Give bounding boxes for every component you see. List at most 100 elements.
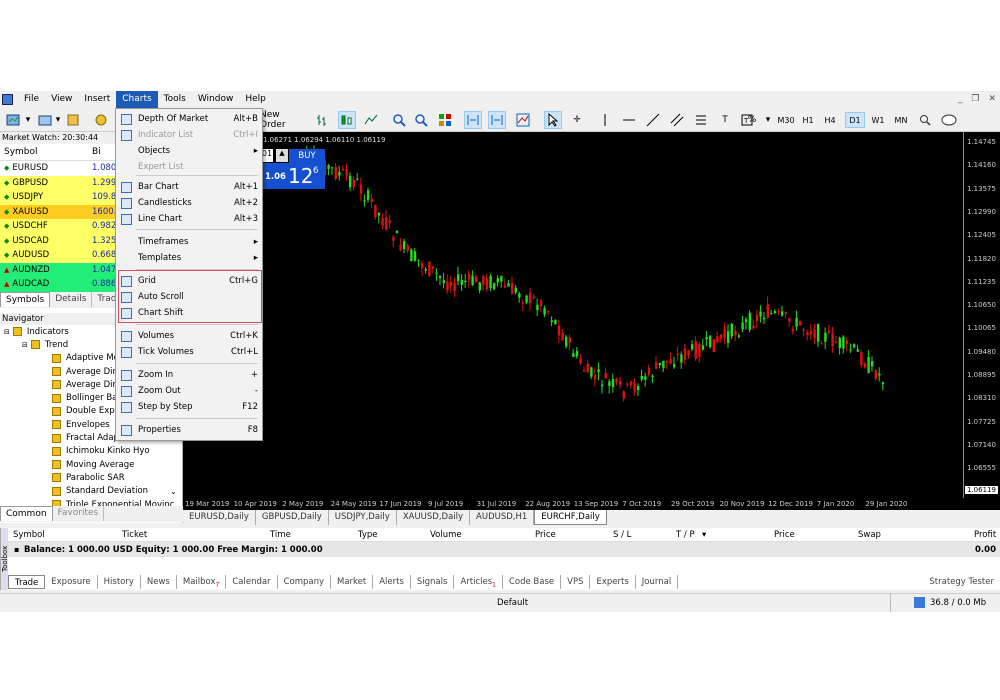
tab-symbols[interactable]: Symbols [0,292,51,307]
menu-item-line-chart[interactable]: Line Chart Alt+3 [116,211,262,227]
chart-tab[interactable]: AUDUSD,H1 [470,510,535,525]
time-axis[interactable]: 19 Mar 2019 10 Apr 2019 2 May 2019 24 May 2… [183,498,1000,510]
chart-tab[interactable]: USDJPY,Daily [329,510,397,525]
dropdown-arrow-icon[interactable]: ▾ [24,111,32,129]
new-chart-icon[interactable] [4,111,22,129]
navigator-toggle-icon[interactable] [64,111,82,129]
terminal-tab[interactable]: Alerts [373,575,411,589]
col-bid[interactable]: Bi [92,147,101,157]
zoom-out-icon[interactable] [412,111,430,129]
terminal-tab[interactable]: Company [278,575,331,589]
crosshair-icon[interactable]: ✛ [568,111,586,129]
timeframe-d1[interactable]: D1 [845,112,865,128]
timeframe-h1[interactable]: H1 [798,112,818,128]
terminal-tab[interactable]: Signals [411,575,455,589]
terminal-column[interactable]: Price [535,530,556,540]
terminal-column[interactable]: Ticket [122,530,147,540]
auto-scroll-icon[interactable] [464,111,482,129]
chart-tab[interactable]: GBPUSD,Daily [256,510,329,525]
terminal-tab[interactable]: Calendar [226,575,278,589]
terminal-tab[interactable]: VPS [561,575,591,589]
dropdown-arrow-icon[interactable]: ▾ [764,111,772,129]
menu-item-properties[interactable]: Properties F8 [116,422,262,438]
terminal-tab[interactable]: Mailbox7 [177,575,227,589]
trendline-icon[interactable] [644,111,662,129]
lot-spin-icon[interactable]: ▲ [276,149,288,162]
cursor-icon[interactable] [544,111,562,129]
terminal-column[interactable]: T / P [676,530,695,540]
menu-item-grid[interactable]: Grid Ctrl+G [116,273,262,289]
menu-item-zoom-out[interactable]: Zoom Out - [116,383,262,399]
menu-insert[interactable]: Insert [78,91,116,108]
terminal-column[interactable]: Symbol [13,530,45,540]
menu-item-chart-shift[interactable]: Chart Shift [116,305,262,321]
minimize-icon[interactable]: _ [958,94,963,104]
terminal-column[interactable]: Time [270,530,291,540]
terminal-tab[interactable]: Code Base [503,575,562,589]
buy-button[interactable]: BUY [289,149,325,163]
terminal-tab[interactable]: History [98,575,141,589]
terminal-tab[interactable]: News [141,575,177,589]
text-icon[interactable]: T [716,111,734,129]
new-order-button[interactable]: New Order [260,110,306,130]
menu-item-bar-chart[interactable]: Bar Chart Alt+1 [116,179,262,195]
tile-windows-icon[interactable] [436,111,454,129]
buy-price-box[interactable]: 1.06 12 6 [261,163,325,189]
scroll-down-icon[interactable]: ⌄ [170,487,177,496]
chart-tab[interactable]: XAUUSD,Daily [397,510,471,525]
indicators-icon[interactable] [514,111,532,129]
menu-charts[interactable]: Charts [116,91,158,108]
terminal-column[interactable]: Volume [430,530,462,540]
timeframe-m30[interactable]: M30 [776,112,796,128]
terminal-tab[interactable]: Experts [590,575,636,589]
bar-chart-icon[interactable] [314,111,332,129]
menu-item-objects[interactable]: Objects ▸ [116,143,262,159]
terminal-tab[interactable]: Articles1 [454,575,503,589]
menu-item-timeframes[interactable]: Timeframes ▸ [116,234,262,250]
menu-item-candlesticks[interactable]: Candlesticks Alt+2 [116,195,262,211]
terminal-column[interactable]: Type [358,530,378,540]
menu-item-volumes[interactable]: Volumes Ctrl+K [116,328,262,344]
collapse-icon[interactable]: ⊟ [4,328,10,336]
line-chart-icon[interactable] [362,111,380,129]
menu-file[interactable]: File [18,91,45,108]
menu-item-depth-of-market[interactable]: Depth Of Market Alt+B [116,111,262,127]
chat-icon[interactable] [940,111,958,129]
indicator-item[interactable]: Moving Average [0,458,182,471]
menu-item-step-by-step[interactable]: Step by Step F12 [116,399,262,415]
tab-favorites[interactable]: Favorites [53,506,105,521]
channel-icon[interactable] [668,111,686,129]
arrows-icon[interactable]: % [740,111,764,129]
autotrading-icon[interactable] [92,111,110,129]
menu-window[interactable]: Window [192,91,240,108]
horizontal-line-icon[interactable] [620,111,638,129]
vertical-line-icon[interactable] [596,111,614,129]
indicator-item[interactable]: Parabolic SAR [0,471,182,484]
fibonacci-icon[interactable] [692,111,710,129]
menu-item-templates[interactable]: Templates ▸ [116,250,262,266]
col-symbol[interactable]: Symbol [0,147,92,157]
close-icon[interactable]: ✕ [988,94,996,104]
collapse-icon[interactable]: ⊟ [22,341,28,349]
menu-item-tick-volumes[interactable]: Tick Volumes Ctrl+L [116,344,262,360]
zoom-in-icon[interactable] [390,111,408,129]
tab-details[interactable]: Details [50,292,93,307]
terminal-tab[interactable]: Journal [636,575,679,589]
terminal-tab[interactable]: Trade [8,575,46,589]
menu-item-auto-scroll[interactable]: Auto Scroll [116,289,262,305]
candlesticks-icon[interactable] [338,111,356,129]
menu-item-expert-list[interactable]: Expert List [116,159,262,175]
profiles-icon[interactable] [36,111,54,129]
sort-arrow-icon[interactable]: ▾ [702,530,706,540]
restore-icon[interactable]: ❐ [971,94,979,104]
menu-view[interactable]: View [45,91,78,108]
menu-item-zoom-in[interactable]: Zoom In + [116,367,262,383]
menu-tools[interactable]: Tools [158,91,192,108]
terminal-tab[interactable]: Exposure [45,575,98,589]
dropdown-arrow-icon[interactable]: ▾ [54,111,62,129]
chart-shift-icon[interactable] [488,111,506,129]
indicator-item[interactable]: Ichimoku Kinko Hyo [0,445,182,458]
price-chart[interactable]: 1.06271 1.06294 1.06110 1.06119 01 ▲ BUY… [183,132,963,498]
indicator-item[interactable]: Standard Deviation [0,485,182,498]
tab-common[interactable]: Common [0,506,53,521]
